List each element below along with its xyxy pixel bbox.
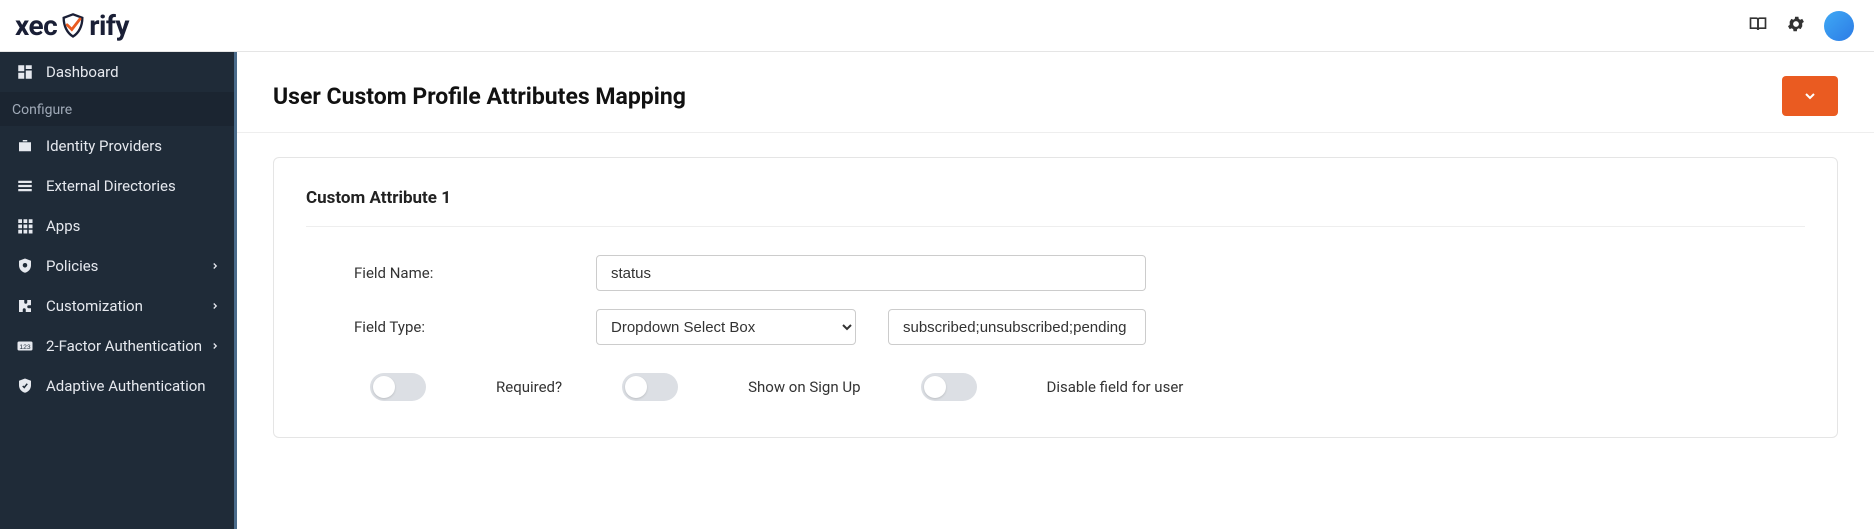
signup-group: Show on Sign Up [622,373,860,401]
page-title: User Custom Profile Attributes Mapping [273,83,686,110]
shield-search-icon [16,257,34,275]
required-toggle[interactable] [370,373,426,401]
sidebar-item-apps[interactable]: Apps [0,206,234,246]
chevron-right-icon [210,337,220,355]
collapse-button[interactable] [1782,76,1838,116]
brand-pre: xec [15,9,57,42]
sidebar-item-customization[interactable]: Customization [0,286,234,326]
field-name-input[interactable] [596,255,1146,291]
svg-text:123: 123 [19,344,31,351]
disable-field-toggle[interactable] [921,373,977,401]
chevron-down-icon [1802,88,1818,104]
field-options-input[interactable] [888,309,1146,345]
card-title: Custom Attribute 1 [306,188,1805,208]
book-icon[interactable] [1748,14,1768,38]
sidebar-item-2fa[interactable]: 123 2-Factor Authentication [0,326,234,366]
sidebar-item-dashboard[interactable]: Dashboard [0,52,234,92]
sidebar-item-label: Identity Providers [46,137,162,155]
sidebar-item-label: Dashboard [46,63,119,81]
sidebar: Dashboard Configure Identity Providers E… [0,52,237,529]
field-type-select[interactable]: Dropdown Select Box [596,309,856,345]
avatar[interactable] [1824,11,1854,41]
chevron-right-icon [210,257,220,275]
brand-post: rify [89,9,129,42]
sidebar-item-adaptive-auth[interactable]: Adaptive Authentication [0,366,234,406]
list-icon [16,177,34,195]
gear-icon[interactable] [1786,14,1806,38]
show-signup-toggle[interactable] [622,373,678,401]
field-type-row: Field Type: Dropdown Select Box [306,309,1805,345]
sidebar-item-external-directories[interactable]: External Directories [0,166,234,206]
sidebar-item-label: Policies [46,257,98,275]
shield-check-icon [59,12,87,40]
brand-logo: xec rify [15,9,129,42]
sidebar-item-policies[interactable]: Policies [0,246,234,286]
field-type-label: Field Type: [306,318,596,336]
required-label: Required? [496,378,562,396]
sidebar-item-label: Customization [46,297,143,315]
disable-group: Disable field for user [921,373,1184,401]
sidebar-item-label: Apps [46,217,80,235]
required-group: Required? [370,373,562,401]
sidebar-item-identity-providers[interactable]: Identity Providers [0,126,234,166]
attribute-card: Custom Attribute 1 Field Name: Field Typ… [273,157,1838,438]
sidebar-item-label: 2-Factor Authentication [46,337,202,355]
briefcase-icon [16,137,34,155]
show-signup-label: Show on Sign Up [748,378,860,396]
divider [306,226,1805,227]
sidebar-section-configure: Configure [0,92,234,126]
puzzle-icon [16,297,34,315]
main-content: User Custom Profile Attributes Mapping C… [237,52,1874,529]
sidebar-item-label: Adaptive Authentication [46,377,206,395]
disable-field-label: Disable field for user [1047,378,1184,396]
topbar-actions [1748,11,1854,41]
dashboard-icon [16,63,34,81]
toggle-row: Required? Show on Sign Up Disable field … [306,373,1805,401]
shield-check-icon [16,377,34,395]
number-icon: 123 [16,337,34,355]
top-bar: xec rify [0,0,1874,52]
field-name-label: Field Name: [306,264,596,282]
chevron-right-icon [210,297,220,315]
page-header: User Custom Profile Attributes Mapping [237,52,1874,133]
sidebar-item-label: External Directories [46,177,176,195]
field-name-row: Field Name: [306,255,1805,291]
grid-icon [16,217,34,235]
